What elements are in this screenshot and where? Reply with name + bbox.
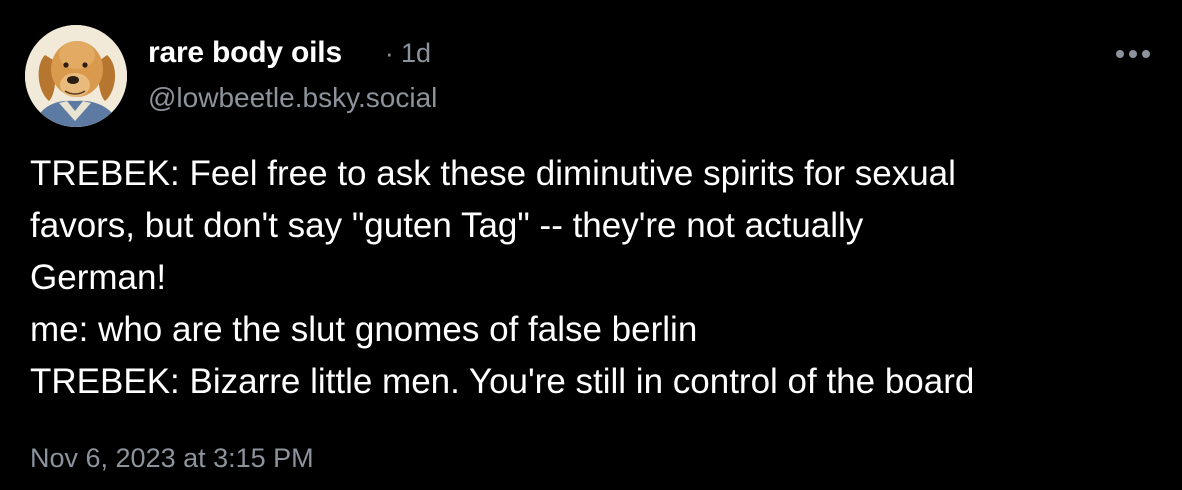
post-card: rare body oils · 1d @lowbeetle.bsky.soci… <box>0 0 1182 490</box>
post-text-line: TREBEK: Feel free to ask these diminutiv… <box>30 154 956 193</box>
post-timestamp: Nov 6, 2023 at 3:15 PM <box>30 443 314 473</box>
post-age[interactable]: 1d <box>401 38 431 69</box>
more-horizontal-icon <box>1142 50 1150 58</box>
post-text-line: me: who are the slut gnomes of false ber… <box>30 310 698 349</box>
meta-separator: · <box>385 38 394 68</box>
author-avatar[interactable] <box>25 25 127 127</box>
author-handle[interactable]: @lowbeetle.bsky.social <box>148 82 437 114</box>
post-text: TREBEK: Feel free to ask these diminutiv… <box>30 148 1160 408</box>
post-text-line: TREBEK: Bizarre little men. You're still… <box>30 362 975 401</box>
post-text-line: favors, but don't say "guten Tag" -- the… <box>30 206 864 245</box>
more-options-button[interactable] <box>1108 40 1158 68</box>
author-display-name[interactable]: rare body oils <box>148 36 342 70</box>
golden-retriever-avatar-icon <box>25 25 127 127</box>
more-horizontal-icon <box>1116 50 1124 58</box>
post-text-line: German! <box>30 258 167 297</box>
more-horizontal-icon <box>1129 50 1137 58</box>
